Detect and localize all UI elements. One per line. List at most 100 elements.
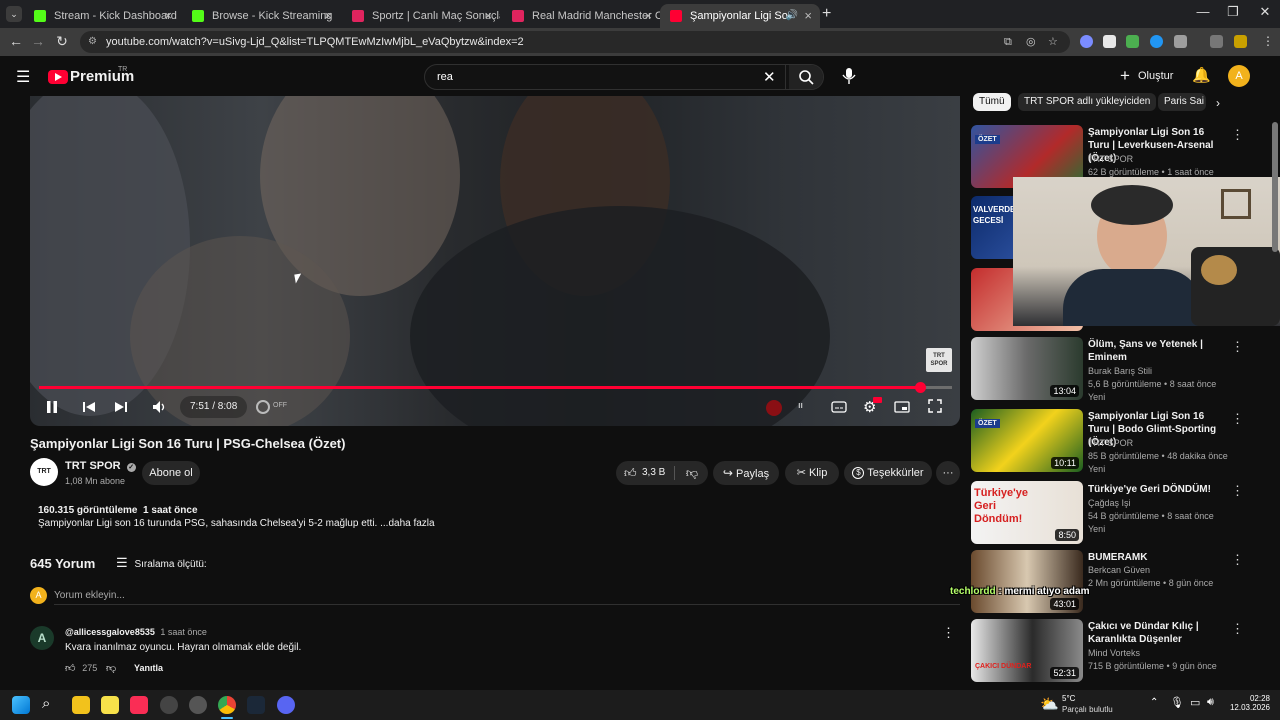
browser-menu-icon[interactable]: ⋮ xyxy=(1262,34,1274,48)
page-scrollbar[interactable] xyxy=(1272,96,1278,690)
description-box[interactable]: 160.315 görüntüleme 1 saat önce Şampiyon… xyxy=(30,498,960,538)
menu-hamburger-icon[interactable]: ☰ xyxy=(16,67,30,87)
recommended-video[interactable]: ÖZET 10:11 Şampiyonlar Ligi Son 16 Turu … xyxy=(971,409,1261,474)
weather-widget[interactable]: ⛅ 5°C Parçalı bulutlu xyxy=(1040,693,1120,717)
search-button[interactable] xyxy=(789,65,823,89)
extension-icon[interactable] xyxy=(1150,35,1163,48)
channel-avatar[interactable]: TRT xyxy=(30,458,58,486)
reply-button[interactable]: Yanıtla xyxy=(134,663,163,673)
account-avatar[interactable]: A xyxy=(1228,65,1250,87)
volume-button[interactable] xyxy=(152,400,168,417)
reload-icon[interactable]: ↻ xyxy=(52,33,72,50)
comment-dislike-button[interactable]: 👎︎ xyxy=(106,662,116,674)
chip-channel[interactable]: TRT SPOR adlı yükleyiciden xyxy=(1018,93,1157,111)
forward-icon[interactable]: → xyxy=(28,33,48,49)
recommended-video[interactable]: 13:04 Ölüm, Şans ve Yetenek | Eminem Bur… xyxy=(971,337,1261,402)
reading-list-icon[interactable] xyxy=(1210,35,1223,48)
extension-icon[interactable] xyxy=(1080,35,1093,48)
progress-bar[interactable] xyxy=(39,382,952,393)
extension-icon[interactable] xyxy=(1103,35,1116,48)
video-player[interactable]: TRT SPOR 7:51 / 8:08 OFF ıı ⚙ xyxy=(30,96,960,426)
close-tab-icon[interactable]: × xyxy=(804,4,812,28)
close-tab-icon[interactable]: × xyxy=(164,4,172,28)
browser-tab-active[interactable]: Şampiyonlar Ligi Son 16 Tu 🔊 × xyxy=(660,4,820,28)
new-tab-button[interactable]: + xyxy=(822,5,831,23)
dislike-button[interactable]: 👎︎ xyxy=(676,461,708,485)
video-menu-icon[interactable]: ⋮ xyxy=(1231,621,1244,637)
video-menu-icon[interactable]: ⋮ xyxy=(1231,483,1244,499)
add-comment-input[interactable]: Yorum ekleyin... xyxy=(54,587,960,605)
profile-icon[interactable] xyxy=(1234,35,1247,48)
pause-button[interactable] xyxy=(46,400,58,417)
share-button[interactable]: ↪ Paylaş xyxy=(713,461,779,485)
chatgpt-icon[interactable] xyxy=(160,696,178,714)
tab-list-button[interactable]: ⌄ xyxy=(6,6,22,22)
extensions-puzzle-icon[interactable] xyxy=(1174,35,1187,48)
notifications-bell-icon[interactable]: 🔔 xyxy=(1192,66,1211,84)
tray-microphone-icon[interactable]: 🎙︎ xyxy=(1170,696,1184,709)
music-app-icon[interactable] xyxy=(130,696,148,714)
url-input[interactable]: ⚙ youtube.com/watch?v=uSivg-Ljd_Q&list=T… xyxy=(80,31,1070,53)
file-explorer-icon[interactable] xyxy=(72,696,90,714)
settings-button[interactable]: ⚙ xyxy=(863,397,882,416)
more-actions-button[interactable]: ··· xyxy=(936,461,960,485)
recommended-video[interactable]: ÇAKICI DÜNDAR 52:31 Çakıcı ve Dündar Kıl… xyxy=(971,619,1261,683)
next-button[interactable] xyxy=(114,400,128,417)
eye-off-icon[interactable]: ◎ xyxy=(1026,31,1036,53)
subscribe-button[interactable]: Abone ol xyxy=(142,461,200,485)
speaker-icon[interactable]: 🔊 xyxy=(786,4,798,28)
taskbar-clock[interactable]: 02:28 12.03.2026 xyxy=(1224,694,1270,712)
channel-watermark[interactable]: TRT SPOR xyxy=(926,348,952,372)
chip-related[interactable]: Paris Sai xyxy=(1158,93,1206,111)
browser-tab[interactable]: Sportz | Canlı Maç Sonuçları ve × xyxy=(342,4,500,28)
video-menu-icon[interactable]: ⋮ xyxy=(1231,411,1244,427)
minimize-button[interactable]: — xyxy=(1188,4,1218,19)
extension-icon[interactable] xyxy=(1126,35,1139,48)
close-tab-icon[interactable]: × xyxy=(484,4,492,28)
restore-button[interactable]: ❐ xyxy=(1218,4,1248,20)
video-menu-icon[interactable]: ⋮ xyxy=(1231,127,1244,143)
chip-all[interactable]: Tümü xyxy=(973,93,1011,111)
mute-red-icon[interactable] xyxy=(766,400,782,416)
miniplayer-button[interactable] xyxy=(894,400,910,417)
tray-overflow-icon[interactable]: ⌃ xyxy=(1150,697,1158,708)
comment-like-button[interactable]: 👍︎ 275 xyxy=(65,662,97,674)
install-app-icon[interactable]: ⧉ xyxy=(1004,31,1012,53)
back-icon[interactable]: ← xyxy=(6,33,26,49)
chips-next-icon[interactable]: › xyxy=(1216,96,1220,110)
windows-start-icon[interactable] xyxy=(12,696,30,714)
browser-tab[interactable]: Real Madrid Manchester City M × xyxy=(502,4,660,28)
fullscreen-button[interactable] xyxy=(928,399,942,416)
clear-search-icon[interactable]: ✕ xyxy=(763,68,776,86)
comment-author[interactable]: @allicessgalove8535 1 saat önce xyxy=(65,627,207,637)
pause-indicator-icon[interactable]: ıı xyxy=(798,400,803,410)
steam-icon[interactable] xyxy=(247,696,265,714)
recommended-video[interactable]: 43:01 BUMERAMK Berkcan Güven 2 Mn görünt… xyxy=(971,550,1261,614)
video-menu-icon[interactable]: ⋮ xyxy=(1231,552,1244,568)
voice-search-button[interactable] xyxy=(836,63,862,89)
subtitles-button[interactable] xyxy=(831,400,847,417)
sort-comments-button[interactable]: ☰ Sıralama ölçütü: xyxy=(116,555,207,571)
search-input[interactable]: rea ✕ xyxy=(424,64,824,90)
comment-author-avatar[interactable]: A xyxy=(30,626,54,650)
comment-menu-icon[interactable]: ⋮ xyxy=(942,625,955,641)
close-tab-icon[interactable]: × xyxy=(324,4,332,28)
app-icon[interactable] xyxy=(189,696,207,714)
tray-volume-icon[interactable]: 🔊︎ xyxy=(1207,696,1214,709)
like-button[interactable]: 👍︎ 3,3 B xyxy=(616,461,674,485)
discord-icon[interactable] xyxy=(277,696,295,714)
scrollbar-thumb[interactable] xyxy=(1272,122,1278,252)
browser-tab[interactable]: Browse - Kick Streaming × xyxy=(182,4,340,28)
chrome-icon[interactable] xyxy=(218,696,236,714)
close-tab-icon[interactable]: × xyxy=(644,4,652,28)
video-menu-icon[interactable]: ⋮ xyxy=(1231,339,1244,355)
close-window-button[interactable]: ✕ xyxy=(1250,4,1280,20)
site-info-icon[interactable]: ⚙ xyxy=(88,31,97,53)
channel-name[interactable]: TRT SPOR ✓ xyxy=(65,460,136,472)
clip-button[interactable]: ✂ Klip xyxy=(785,461,839,485)
taskbar-search-icon[interactable]: ⌕ xyxy=(42,695,50,712)
bookmark-star-icon[interactable]: ☆ xyxy=(1048,31,1058,53)
tray-network-icon[interactable]: ▭ xyxy=(1190,696,1200,709)
sticky-notes-icon[interactable] xyxy=(101,696,119,714)
browser-tab[interactable]: Stream - Kick Dashboard × xyxy=(24,4,180,28)
